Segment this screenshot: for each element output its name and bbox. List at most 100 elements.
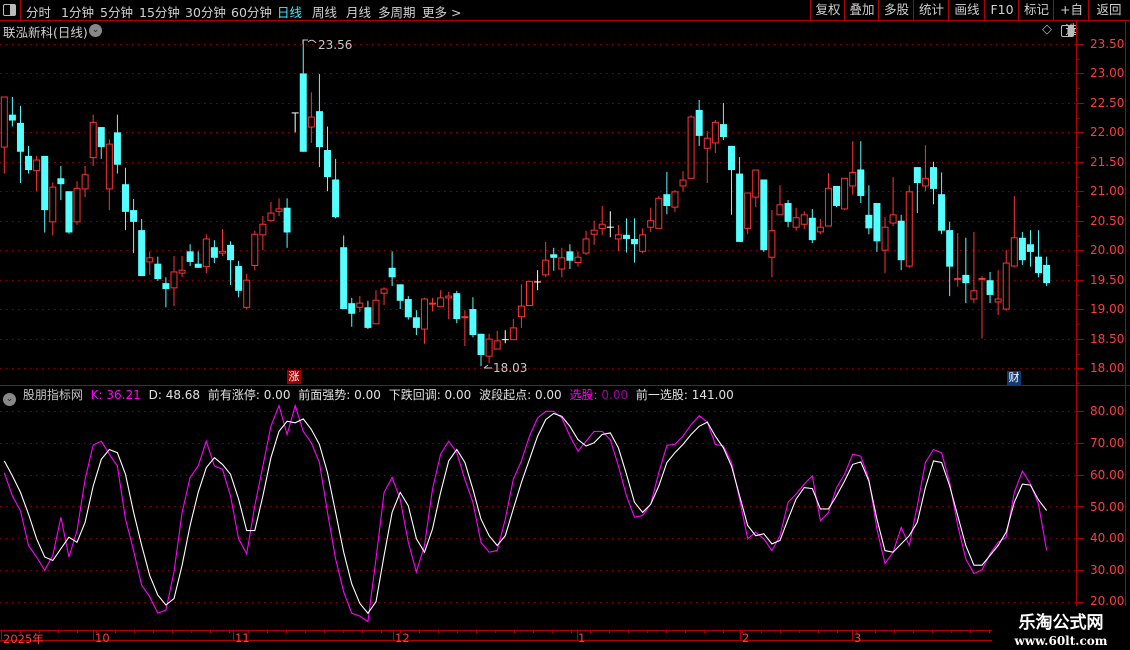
candle-body (170, 271, 178, 289)
candle-body (404, 299, 412, 318)
prev-stock-pick-value: 前一选股: 141.00 (635, 388, 734, 402)
chevron-down-icon[interactable]: ⌄ (3, 393, 16, 406)
candle-body (582, 238, 590, 254)
candle (453, 290, 461, 324)
candle-body (324, 150, 331, 178)
d-value: D: 48.68 (148, 388, 201, 402)
candle-body (251, 233, 259, 266)
candle-body (841, 177, 849, 210)
candle (138, 218, 146, 277)
candle (170, 256, 178, 307)
candle (154, 256, 162, 281)
candle (687, 115, 695, 179)
candle-body (162, 283, 170, 290)
candle-body (412, 317, 420, 328)
candle-body (0, 96, 8, 148)
candle (291, 112, 299, 133)
candle (962, 237, 970, 304)
kline-chart[interactable] (0, 0, 1130, 650)
candle (930, 161, 937, 205)
candle (574, 251, 582, 267)
candle-body (267, 212, 275, 222)
candle-body (130, 210, 138, 222)
candle-body (986, 280, 994, 295)
candle (202, 234, 210, 274)
candle-body (1002, 262, 1010, 310)
candle-body (566, 251, 574, 261)
indicator-label: 80.00 (1090, 404, 1125, 418)
candle-body (105, 143, 113, 190)
candle (711, 119, 719, 153)
candle-body (1018, 237, 1026, 261)
candle (728, 145, 735, 215)
candle (873, 203, 881, 252)
candle (16, 105, 24, 184)
candle (73, 181, 81, 225)
price-label: 18.50 (1090, 332, 1125, 346)
time-label: 10 (95, 631, 110, 645)
finance-marker[interactable]: 财 (1007, 371, 1021, 385)
d-line (3, 412, 1048, 615)
candle (1026, 230, 1034, 267)
price-label: 23.50 (1090, 37, 1125, 51)
candle (994, 270, 1002, 315)
candle (913, 167, 921, 214)
stock-pick-label: 选股: (569, 388, 598, 402)
candle-body (526, 280, 533, 307)
candle-body (913, 167, 921, 184)
candle (614, 224, 622, 252)
time-label: 12 (395, 631, 410, 645)
indicator-name[interactable]: 股朋指标网 (23, 388, 83, 402)
stock-pick-value: 0.00 (601, 388, 629, 402)
candle-body (671, 191, 679, 208)
low-price-annotation: 18.03 (493, 361, 528, 375)
candle-body (816, 226, 824, 233)
candle (590, 220, 598, 245)
limit-up-marker[interactable]: 涨 (287, 370, 301, 384)
candle (251, 230, 259, 271)
kd-indicator-lines (3, 403, 1048, 623)
candle (420, 297, 428, 344)
candle-body (679, 179, 687, 187)
candle-body (865, 214, 873, 229)
candle (388, 251, 396, 287)
candle (517, 284, 525, 328)
candle (235, 260, 243, 298)
candle (429, 297, 437, 312)
candle-body (760, 179, 768, 251)
candle-body (598, 223, 606, 229)
candle (841, 177, 849, 211)
candle-body (833, 185, 841, 206)
candle-body (744, 192, 752, 229)
time-label: 2 (742, 631, 750, 645)
candle (461, 310, 469, 347)
candle-body (792, 217, 800, 228)
k-value: K: 36.21 (90, 388, 141, 402)
candle-body (962, 274, 970, 284)
candle (938, 172, 946, 235)
candle (81, 165, 89, 198)
candle-body (81, 174, 89, 190)
candle-body (808, 217, 816, 241)
candle (186, 244, 194, 267)
candle-body (202, 238, 210, 268)
candle-body (905, 191, 913, 267)
candle-body (283, 207, 291, 233)
candle-body (477, 333, 485, 355)
axis-ticks (1, 44, 1084, 640)
candle (122, 167, 129, 231)
candle (227, 241, 235, 285)
candle (905, 185, 913, 268)
indicator-label: 40.00 (1090, 531, 1125, 545)
candle (833, 185, 841, 208)
time-label: 11 (235, 631, 250, 645)
candle-body (33, 159, 41, 172)
candle-body (897, 220, 905, 261)
candle-body (736, 173, 744, 242)
candle-body (784, 203, 792, 222)
candle (41, 155, 49, 233)
candle-body (889, 214, 897, 224)
candle-body (8, 114, 16, 121)
candle (808, 208, 816, 244)
candle-body (1026, 244, 1034, 252)
